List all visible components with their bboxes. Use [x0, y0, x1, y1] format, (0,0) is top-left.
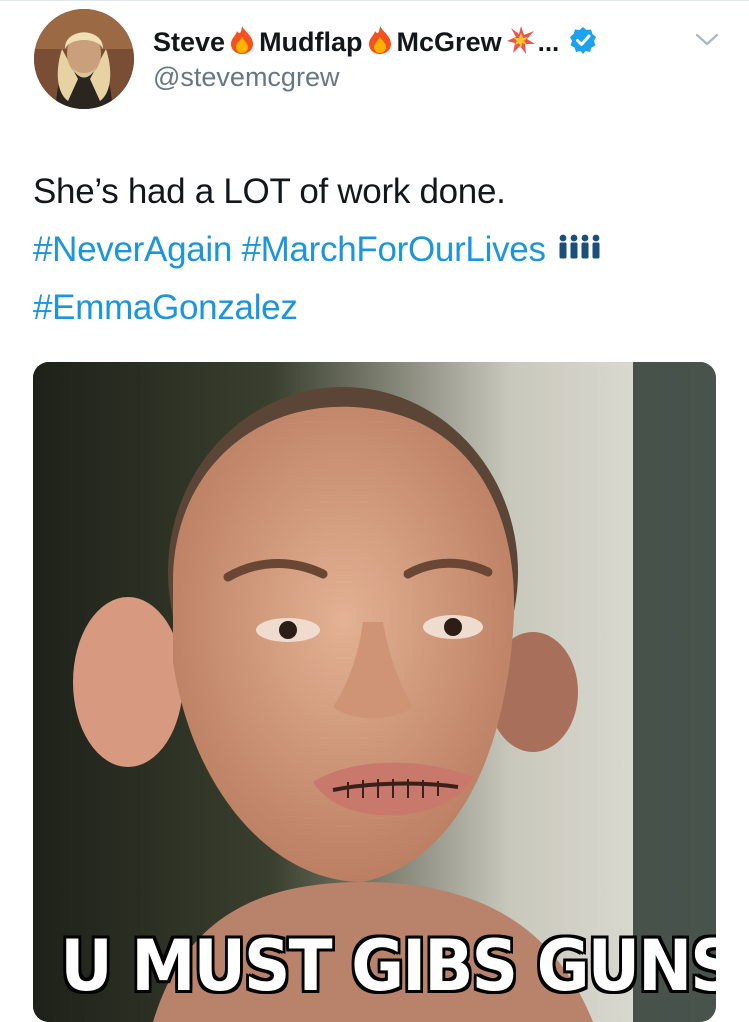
verified-badge-icon: [569, 26, 597, 59]
chevron-down-icon[interactable]: [693, 30, 721, 55]
tweet-text: She’s had a LOT of work done. #NeverAgai…: [33, 163, 723, 337]
meme-caption: U MUST GIBS GUNS: [60, 925, 716, 1007]
name-ellipsis: ...: [537, 26, 560, 57]
avatar[interactable]: [34, 9, 134, 109]
author-name[interactable]: Steve Mudflap McGrew ...: [153, 22, 597, 62]
hashtag-link[interactable]: #EmmaGonzalez: [33, 288, 298, 327]
author-name-part: Mudflap: [259, 26, 363, 57]
top-divider: [0, 0, 749, 1]
hashtag-link[interactable]: #MarchForOurLives: [241, 230, 545, 269]
hashtag-link[interactable]: #NeverAgain: [33, 230, 232, 269]
collision-emoji-icon: [506, 25, 536, 60]
fire-emoji-icon: [229, 25, 255, 60]
tweet-text-line: She’s had a LOT of work done.: [33, 172, 506, 211]
author-name-part: Steve: [153, 26, 226, 57]
hashtag-line: #EmmaGonzalez: [33, 279, 723, 337]
author-handle[interactable]: @stevemcgrew: [153, 62, 339, 93]
family-emoji-icon: [548, 230, 603, 269]
author-name-part: McGrew: [396, 26, 502, 57]
tweet-media-image[interactable]: U MUST GIBS GUNS: [33, 362, 716, 1022]
hashtag-line: #NeverAgain #MarchForOurLives: [33, 221, 723, 279]
fire-emoji-icon: [367, 25, 393, 60]
